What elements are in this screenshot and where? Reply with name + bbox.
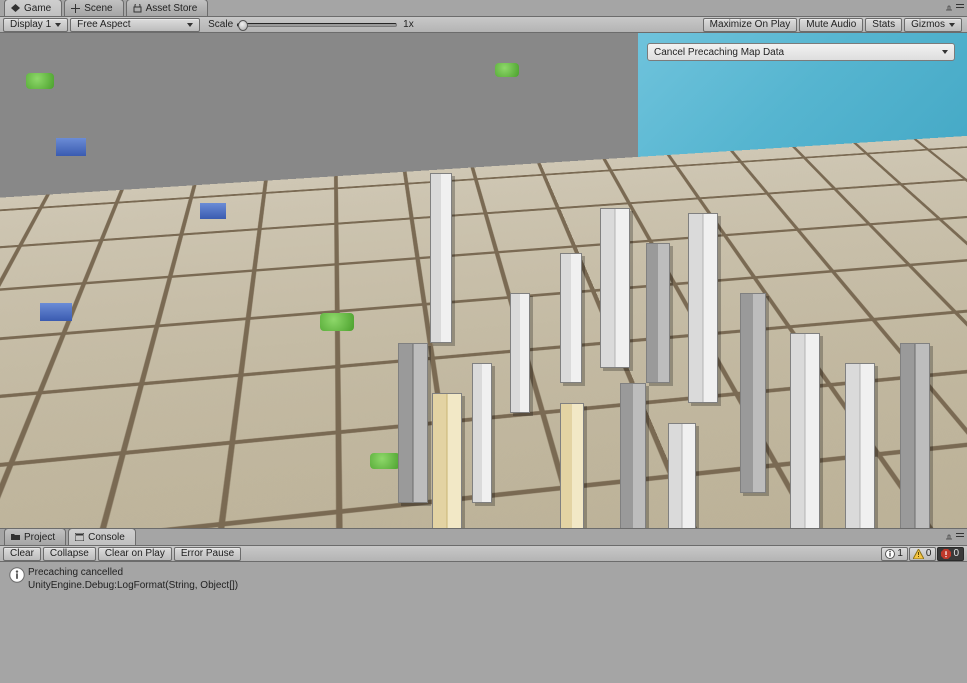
skyscraper xyxy=(510,293,530,413)
info-counter[interactable]: 1 xyxy=(881,547,908,561)
skyscraper xyxy=(432,393,462,528)
maximize-on-play-button[interactable]: Maximize On Play xyxy=(703,18,798,32)
tab-console[interactable]: Console xyxy=(68,528,136,545)
scale-track[interactable] xyxy=(237,23,397,27)
chevron-down-icon xyxy=(949,23,955,27)
tab-label: Console xyxy=(88,532,125,543)
tab-label: Project xyxy=(24,532,55,543)
chevron-down-icon xyxy=(187,23,193,27)
info-icon xyxy=(6,566,28,583)
btn-label: Stats xyxy=(872,19,895,30)
scale-slider: Scale 1x xyxy=(208,19,414,30)
display-label: Display 1 xyxy=(10,19,51,30)
warn-counter[interactable]: 0 xyxy=(909,547,937,561)
store-icon xyxy=(133,4,142,13)
stats-button[interactable]: Stats xyxy=(865,18,902,32)
skyscraper xyxy=(900,343,930,528)
scale-thumb[interactable] xyxy=(238,20,248,31)
tab-context-buttons xyxy=(944,531,964,540)
skyscraper xyxy=(560,403,584,528)
game-toolbar: Display 1 Free Aspect Scale 1x Maximize … xyxy=(0,17,967,33)
tab-label: Scene xyxy=(84,3,112,14)
btn-label: Mute Audio xyxy=(806,19,856,30)
chevron-down-icon xyxy=(55,23,61,27)
log-title: Precaching cancelled xyxy=(28,566,238,579)
game-viewport[interactable]: Cancel Precaching Map Data xyxy=(0,33,967,528)
scene-icon xyxy=(71,4,80,13)
tab-asset-store[interactable]: Asset Store xyxy=(126,0,209,16)
skyscraper xyxy=(668,423,696,528)
precache-cancel-dropdown[interactable]: Cancel Precaching Map Data xyxy=(647,43,955,61)
btn-label: Collapse xyxy=(50,548,89,559)
roof xyxy=(56,138,86,156)
count: 1 xyxy=(897,548,903,559)
scale-label: Scale xyxy=(208,19,233,30)
error-pause-button[interactable]: Error Pause xyxy=(174,547,241,561)
roof xyxy=(200,203,226,219)
collapse-button[interactable]: Collapse xyxy=(43,547,96,561)
error-counter[interactable]: 0 xyxy=(937,547,964,561)
park xyxy=(495,63,519,77)
tab-scene[interactable]: Scene xyxy=(64,0,123,16)
display-dropdown[interactable]: Display 1 xyxy=(3,18,68,32)
park xyxy=(320,313,354,331)
skyscraper xyxy=(845,363,875,528)
log-stack: UnityEngine.Debug:LogFormat(String, Obje… xyxy=(28,579,238,592)
tab-context-buttons xyxy=(944,2,964,11)
gizmos-dropdown[interactable]: Gizmos xyxy=(904,18,962,32)
park xyxy=(26,73,54,89)
aspect-dropdown[interactable]: Free Aspect xyxy=(70,18,200,32)
clear-on-play-button[interactable]: Clear on Play xyxy=(98,547,172,561)
window-lock-icon[interactable] xyxy=(944,531,953,540)
btn-label: Clear xyxy=(10,548,34,559)
skyscraper xyxy=(398,343,428,503)
console-body[interactable]: Precaching cancelled UnityEngine.Debug:L… xyxy=(0,562,967,683)
skyscraper xyxy=(688,213,718,403)
window-lock-icon[interactable] xyxy=(944,2,953,11)
console-icon xyxy=(75,533,84,542)
log-text: Precaching cancelled UnityEngine.Debug:L… xyxy=(28,566,238,592)
game-icon xyxy=(11,4,20,13)
dropdown-label: Cancel Precaching Map Data xyxy=(654,47,784,58)
clear-button[interactable]: Clear xyxy=(3,547,41,561)
skyscraper xyxy=(560,253,582,383)
btn-label: Clear on Play xyxy=(105,548,165,559)
log-entry[interactable]: Precaching cancelled UnityEngine.Debug:L… xyxy=(0,562,967,596)
skyscraper xyxy=(600,208,630,368)
tab-label: Asset Store xyxy=(146,3,198,14)
skyscraper xyxy=(472,363,492,503)
skyscraper xyxy=(740,293,766,493)
park xyxy=(370,453,400,469)
folder-icon xyxy=(11,533,20,542)
scale-value: 1x xyxy=(403,19,414,30)
game-toolbar-right: Maximize On Play Mute Audio Stats Gizmos xyxy=(703,18,964,32)
tab-label: Game xyxy=(24,3,51,14)
count: 0 xyxy=(953,548,959,559)
skyscraper xyxy=(620,383,646,528)
btn-label: Maximize On Play xyxy=(710,19,791,30)
skyscraper xyxy=(646,243,670,383)
btn-label: Error Pause xyxy=(181,548,234,559)
chevron-down-icon xyxy=(942,50,948,54)
skyscraper xyxy=(790,333,820,528)
tab-game[interactable]: Game xyxy=(4,0,62,16)
bottom-tabstrip: Project Console xyxy=(0,529,967,546)
console-toolbar: Clear Collapse Clear on Play Error Pause… xyxy=(0,546,967,562)
top-tabstrip: Game Scene Asset Store xyxy=(0,0,967,17)
btn-label: Gizmos xyxy=(911,19,945,30)
roof xyxy=(40,303,72,321)
skyscraper xyxy=(430,173,452,343)
count: 0 xyxy=(926,548,932,559)
aspect-label: Free Aspect xyxy=(77,19,130,30)
window-menu-icon[interactable] xyxy=(955,2,964,11)
window-menu-icon[interactable] xyxy=(955,531,964,540)
mute-audio-button[interactable]: Mute Audio xyxy=(799,18,863,32)
bottom-panel: Project Console Clear Collapse Clear on … xyxy=(0,528,967,683)
console-counters: 1 0 0 xyxy=(881,547,964,561)
tab-project[interactable]: Project xyxy=(4,528,66,545)
